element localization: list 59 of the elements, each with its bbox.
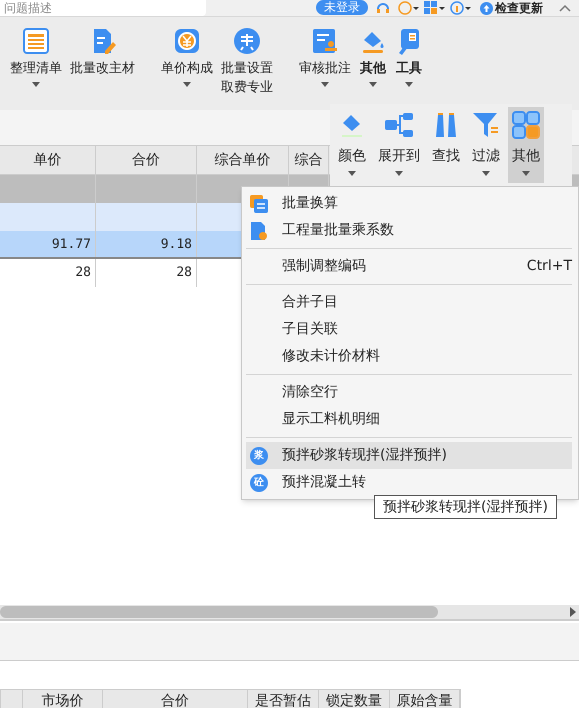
ribbon-button[interactable]: 整理清单 xyxy=(6,27,66,87)
toolbar-button[interactable]: 展开到 xyxy=(374,107,424,183)
menu-item[interactable]: 显示工料机明细 xyxy=(246,406,572,433)
column-header[interactable]: 单价 xyxy=(0,146,96,174)
update-button[interactable]: 检查更新 xyxy=(480,0,543,16)
ribbon-button[interactable]: 单价构成 xyxy=(157,27,217,87)
ribbon-button[interactable]: 其他 xyxy=(355,27,391,87)
column-header[interactable]: 合价 xyxy=(103,690,248,708)
info-icon[interactable] xyxy=(450,1,472,15)
search-field[interactable]: 问题描述 xyxy=(0,0,206,16)
toolbar-button[interactable]: 过滤 xyxy=(468,107,504,183)
badge-icon: 浆 xyxy=(250,446,268,464)
menu-item[interactable]: 浆 预拌砂浆转现拌(湿拌预拌) xyxy=(246,442,572,469)
toolbar-button[interactable]: 颜色 xyxy=(334,107,370,183)
ribbon-button[interactable]: 工具 xyxy=(391,27,427,87)
binoculars-icon xyxy=(433,111,459,139)
table-cell: 28 xyxy=(75,265,91,280)
table-cell: 91.77 xyxy=(52,237,91,252)
list-icon xyxy=(22,27,50,55)
menu-item[interactable]: 批量换算 xyxy=(246,190,572,217)
column-header[interactable]: 综合 xyxy=(289,146,329,174)
table-cell: 28 xyxy=(176,265,192,280)
help-icon[interactable] xyxy=(398,1,420,15)
tooltip: 预拌砂浆转现拌(湿拌预拌) xyxy=(374,495,557,519)
shortcut-label: Ctrl+T xyxy=(526,257,572,276)
toolbar-button[interactable]: 其他 xyxy=(508,107,544,183)
column-header[interactable]: 锁定数量 xyxy=(319,690,390,708)
column-header[interactable]: 合价 xyxy=(96,146,197,174)
column-header[interactable]: 综合单价 xyxy=(197,146,289,174)
menu-item[interactable]: 合并子目 xyxy=(246,289,572,316)
column-header[interactable]: 原始含量 xyxy=(390,690,460,708)
column-header[interactable]: 市场价 xyxy=(23,690,103,708)
menu-item[interactable]: 工程量批量乘系数 xyxy=(246,217,572,244)
menu-item[interactable]: 强制调整编码 Ctrl+T xyxy=(246,253,572,280)
upload-icon xyxy=(480,2,493,14)
toolbar-button[interactable]: 查找 xyxy=(428,107,464,183)
menu-item[interactable]: 修改未计价材料 xyxy=(246,343,572,370)
fee-icon xyxy=(233,27,261,55)
document-stamp-icon xyxy=(311,27,339,55)
yuan-coin-icon xyxy=(173,27,201,55)
scroll-right-icon[interactable] xyxy=(570,607,576,617)
ribbon-button[interactable]: 审核批注 xyxy=(295,27,355,87)
headset-icon[interactable] xyxy=(376,1,390,15)
column-header[interactable]: 是否暂估 xyxy=(248,690,319,708)
grid-icon xyxy=(512,111,540,139)
collapse-icon[interactable] xyxy=(559,4,571,12)
document-icon xyxy=(250,222,268,240)
badge-icon: 砼 xyxy=(250,474,268,492)
menu-item[interactable]: 砼 预拌混凝土转 xyxy=(246,469,572,496)
ribbon-button[interactable]: 批量改主材 xyxy=(66,27,139,78)
ribbon-button[interactable]: 批量设置 取费专业 xyxy=(217,27,277,97)
menu-item[interactable]: 清除空行 xyxy=(246,379,572,406)
menu-item[interactable]: 子目关联 xyxy=(246,316,572,343)
convert-icon xyxy=(250,194,268,212)
scrollbar-thumb[interactable] xyxy=(0,606,438,618)
hierarchy-icon xyxy=(384,111,414,139)
filter-icon xyxy=(472,111,500,139)
grid-icon[interactable] xyxy=(424,1,446,15)
table-cell: 9.18 xyxy=(160,237,192,252)
